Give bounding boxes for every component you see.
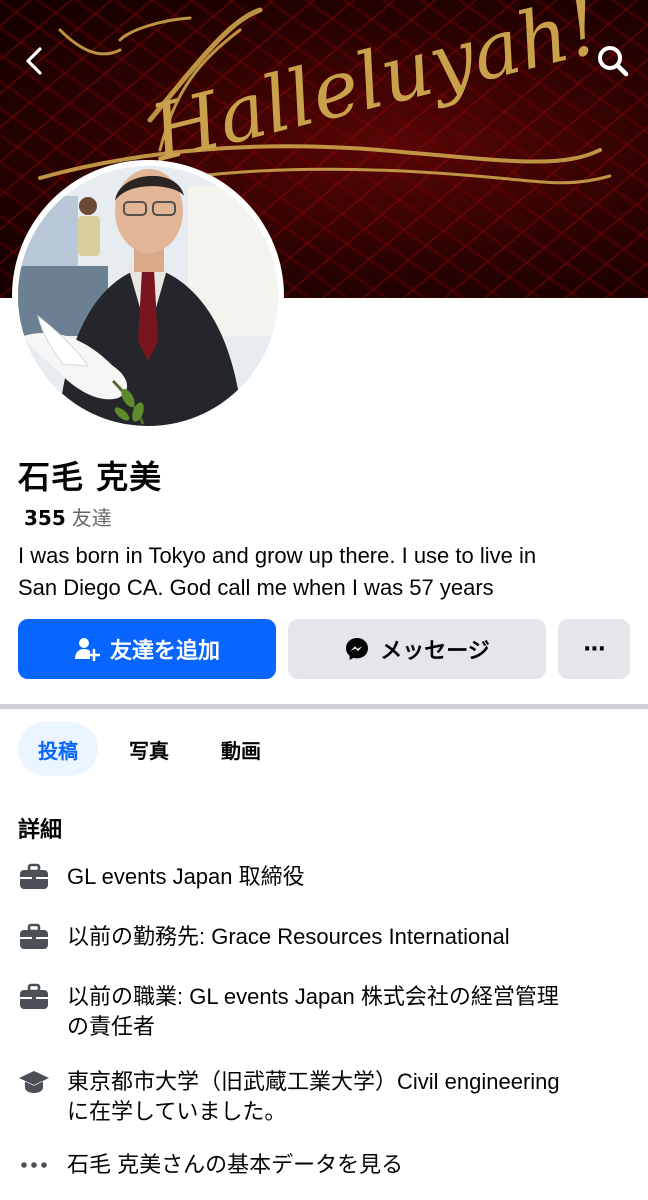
add-friend-button[interactable]: 友達を追加 bbox=[18, 619, 276, 679]
message-label: メッセージ bbox=[380, 639, 490, 664]
briefcase-icon bbox=[18, 922, 50, 952]
briefcase-icon bbox=[18, 982, 50, 1012]
tab-posts[interactable]: 投稿 bbox=[18, 722, 98, 776]
profile-name: 石毛 克美 bbox=[18, 458, 163, 496]
search-icon bbox=[598, 46, 629, 77]
add-friend-label: 友達を追加 bbox=[109, 639, 220, 664]
detail-line: GL events Japan 取締役 bbox=[67, 864, 305, 889]
profile-avatar[interactable] bbox=[12, 160, 284, 432]
details-title: 詳細 bbox=[18, 818, 63, 843]
detail-line: 以前の職業: GL events Japan 株式会社の経営管理 bbox=[67, 984, 559, 1009]
detail-line: 東京都市大学（旧武蔵工業大学）Civil engineering bbox=[67, 1069, 560, 1094]
avatar-illustration bbox=[18, 166, 278, 426]
detail-line: の責任者 bbox=[67, 1014, 156, 1039]
friends-count-label: 友達 bbox=[71, 506, 112, 530]
back-button[interactable] bbox=[12, 38, 58, 84]
profile-bio: I was born in Tokyo and grow up there. I… bbox=[18, 540, 634, 604]
friends-count[interactable]: 355 友達 bbox=[24, 502, 112, 531]
bio-line: San Diego CA. God call me when I was 57 … bbox=[18, 575, 494, 600]
more-options-button[interactable]: ··· bbox=[558, 619, 630, 679]
see-about-info-link[interactable]: 石毛 克美さんの基本データを見る bbox=[18, 1150, 638, 1180]
detail-line: 石毛 克美さんの基本データを見る bbox=[67, 1152, 404, 1177]
search-button[interactable] bbox=[590, 38, 636, 84]
avatar-photo bbox=[18, 166, 278, 426]
message-button[interactable]: メッセージ bbox=[288, 619, 546, 679]
bio-line: I was born in Tokyo and grow up there. I… bbox=[18, 543, 537, 568]
add-friend-icon bbox=[74, 638, 100, 662]
detail-line: 以前の勤務先: Grace Resources International bbox=[67, 924, 510, 949]
detail-line: に在学していました。 bbox=[67, 1099, 287, 1124]
detail-item-previous-job: 以前の職業: GL events Japan 株式会社の経営管理 の責任者 bbox=[18, 982, 638, 1042]
ellipsis-icon bbox=[18, 1150, 50, 1180]
detail-item-education: 東京都市大学（旧武蔵工業大学）Civil engineering に在学していま… bbox=[18, 1067, 638, 1127]
tab-photos[interactable]: 写真 bbox=[114, 722, 184, 776]
cover-script-text: Halleluyah! bbox=[141, 0, 609, 180]
graduation-cap-icon bbox=[18, 1067, 50, 1097]
detail-item-previous-employer: 以前の勤務先: Grace Resources International bbox=[18, 922, 638, 952]
briefcase-icon bbox=[18, 862, 50, 892]
friends-count-number: 355 bbox=[24, 506, 66, 530]
section-divider bbox=[0, 704, 648, 709]
messenger-icon bbox=[346, 638, 369, 660]
ellipsis-icon: ··· bbox=[582, 636, 606, 662]
chevron-left-icon bbox=[26, 47, 42, 75]
tab-videos[interactable]: 動画 bbox=[206, 722, 276, 776]
detail-item-current-job: GL events Japan 取締役 bbox=[18, 862, 638, 892]
